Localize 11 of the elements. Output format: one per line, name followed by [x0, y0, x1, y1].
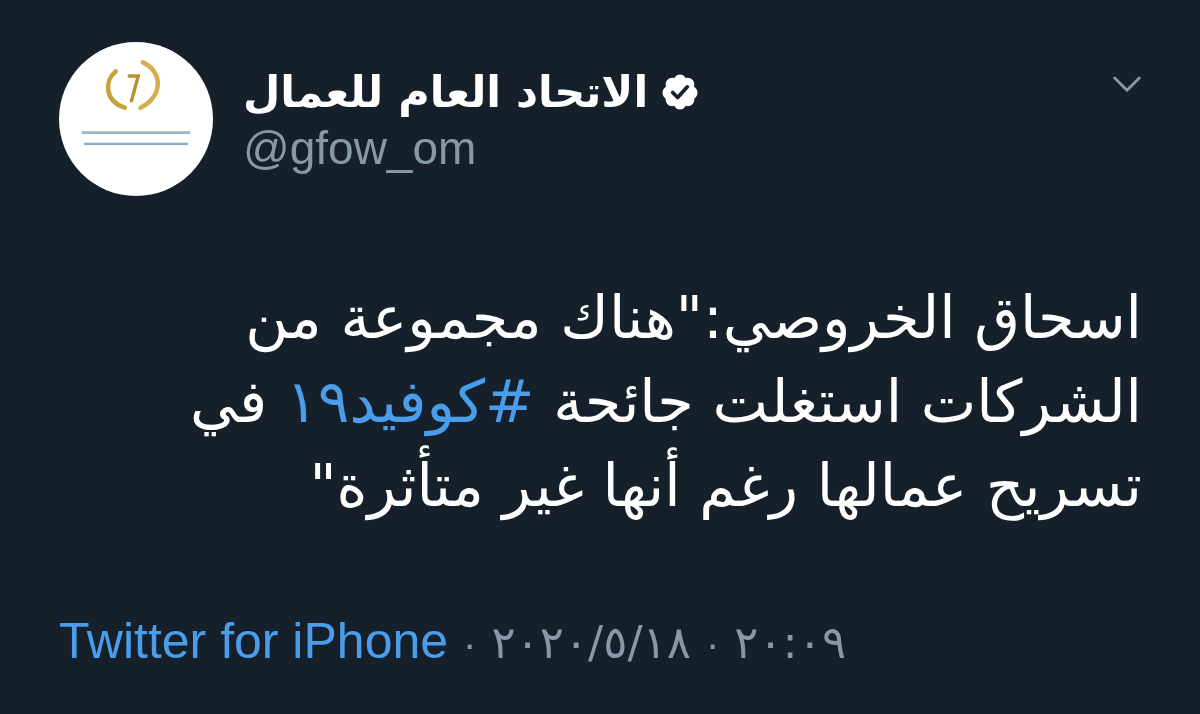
tweet-time: ٢٠:٠٩	[734, 616, 847, 669]
middot-separator: ·	[705, 622, 720, 667]
middot-separator: ·	[463, 622, 477, 667]
tweet-text: اسحاق الخروصي:"هناك مجموعة من الشركات استغلت جائحة #كوفيد١٩ في تسريح عمالها رغم أنها غير متأثرة"	[188, 282, 1142, 523]
hashtag-link[interactable]: #كوفيد١٩	[286, 367, 535, 436]
source-link[interactable]: Twitter for iPhone	[59, 612, 449, 670]
avatar-logo[interactable]	[59, 42, 213, 196]
account-name: الاتحاد العام للعمال	[243, 66, 649, 119]
chevron-down-icon[interactable]	[1112, 76, 1142, 93]
account-handle: @gfow_om	[243, 121, 477, 175]
tweet-date: ٢٠٢٠/٥/١٨	[491, 616, 691, 669]
